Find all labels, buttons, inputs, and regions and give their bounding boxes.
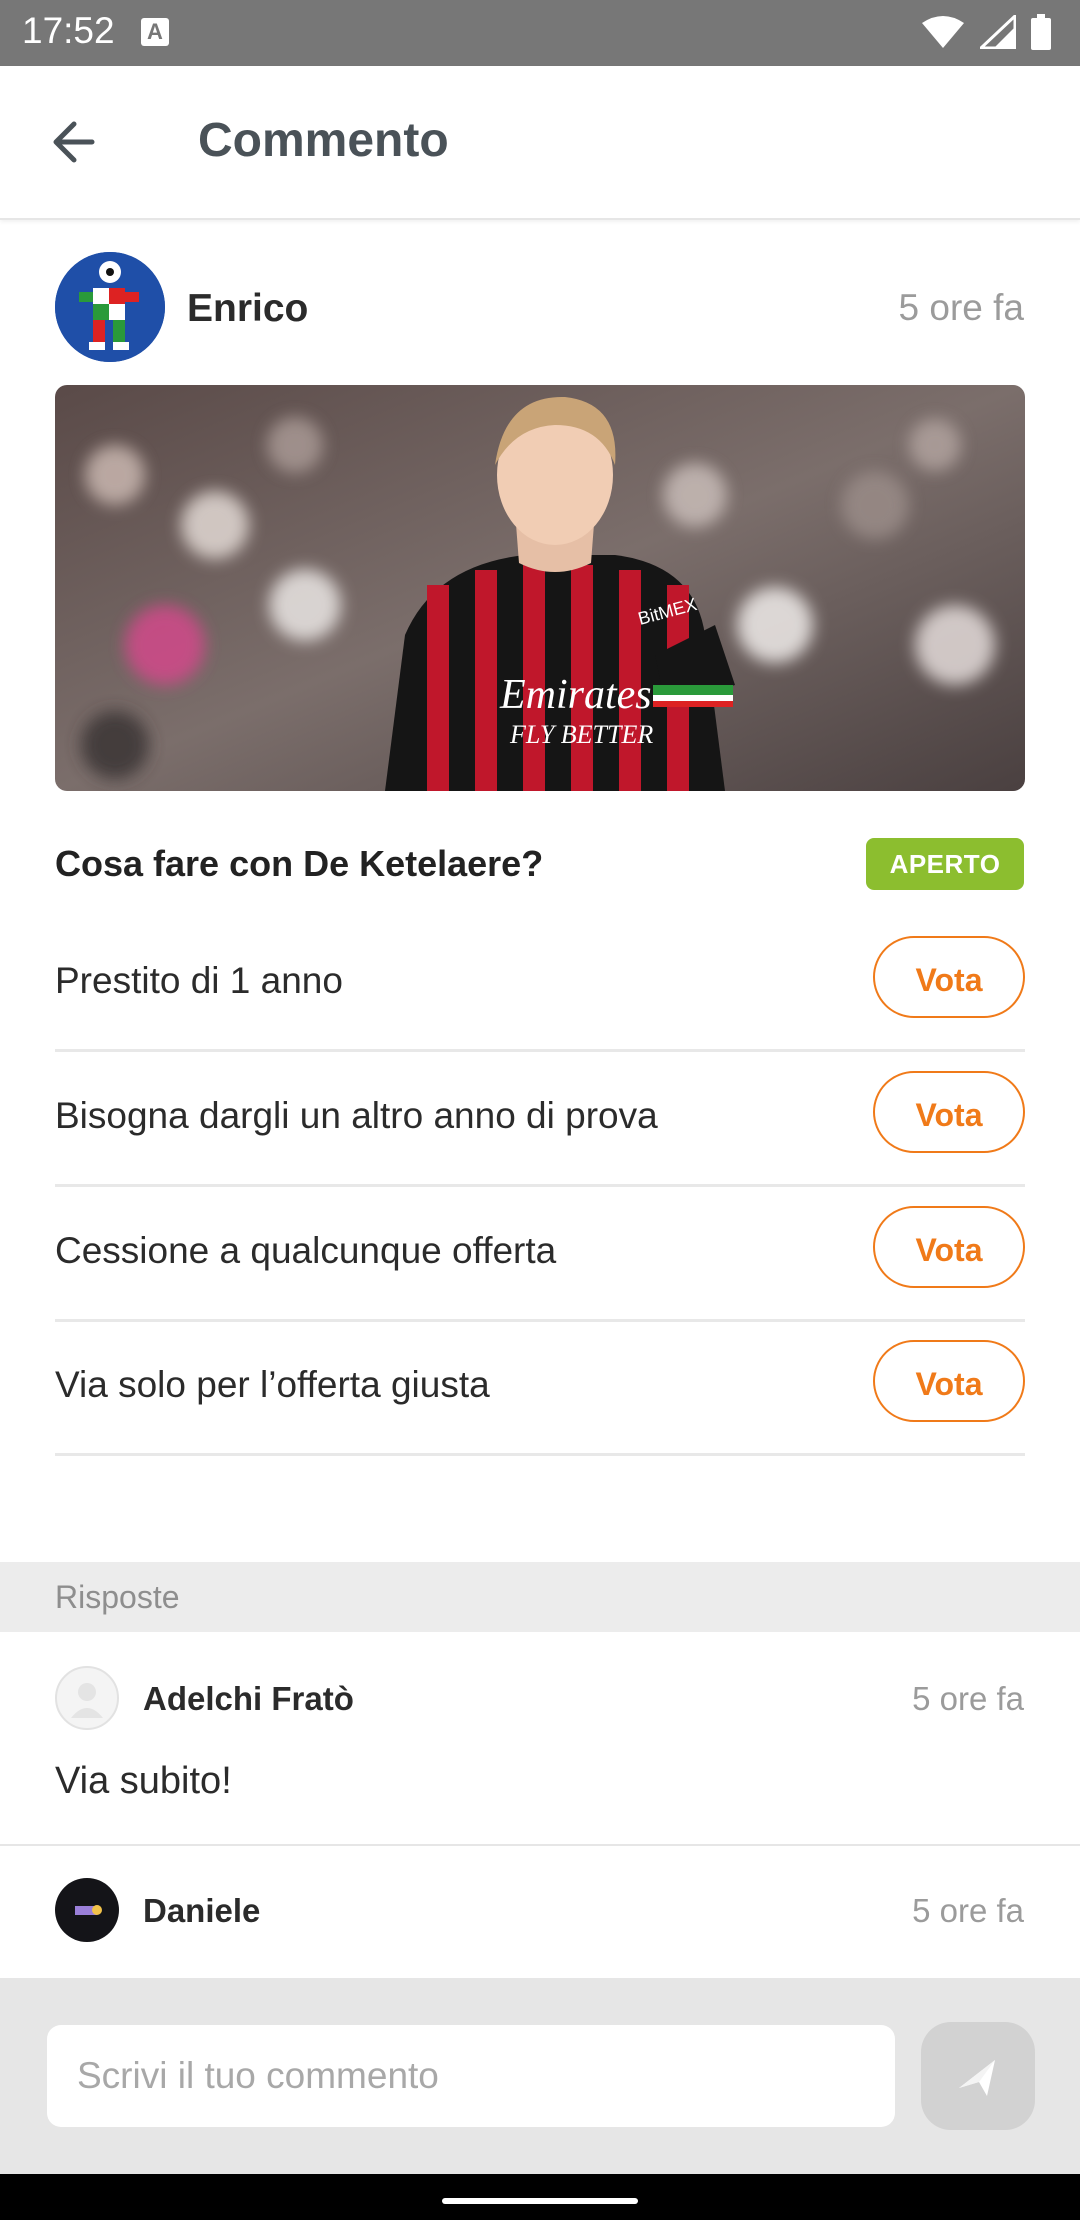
poll-question: Cosa fare con De Ketelaere? [55,843,544,884]
vote-button[interactable]: Vota [873,1340,1025,1422]
poll-option: Prestito di 1 anno Vota [55,915,1025,1052]
image-sponsor-text: Emirates [499,672,652,718]
vote-button[interactable]: Vota [873,936,1025,1018]
comment-author[interactable]: Daniele [143,1892,260,1930]
arrow-left-icon [53,121,95,163]
notification-a-icon: A [141,18,169,46]
comment-text: Via subito! [55,1760,232,1802]
app-bar: Commento [0,66,1080,220]
send-icon [959,2060,995,2096]
comment-input[interactable] [47,2025,895,2127]
comment-timestamp: 5 ore fa [912,1892,1024,1929]
vote-button[interactable]: Vota [873,1071,1025,1153]
home-gesture-handle[interactable] [442,2198,638,2204]
poll-option: Bisogna dargli un altro anno di prova Vo… [55,1050,1025,1187]
author-avatar[interactable] [55,252,165,362]
image-sponsor-subtext: FLY BETTER [509,720,653,749]
poll-status-badge: APERTO [866,838,1024,890]
vote-button[interactable]: Vota [873,1206,1025,1288]
comment-timestamp: 5 ore fa [912,1680,1024,1717]
poll-option: Cessione a qualcunque offerta Vota [55,1185,1025,1322]
poll-option-label: Prestito di 1 anno [55,960,343,1001]
comment-author[interactable]: Adelchi Fratò [143,1680,354,1718]
comment-item: Adelchi Fratò 5 ore fa Via subito! [0,1632,1080,1846]
wifi-icon [921,15,965,54]
back-button[interactable] [42,112,112,172]
status-time: 17:52 [22,10,115,51]
comment-composer [0,1978,1080,2174]
poll-option-label: Via solo per l’offerta giusta [55,1364,490,1405]
user-avatar-placeholder-icon[interactable] [55,1666,119,1730]
post-author-name[interactable]: Enrico [187,287,308,331]
answers-header: Risposte [0,1562,1080,1632]
mascot-avatar-image [55,252,165,362]
poll-option-label: Bisogna dargli un altro anno di prova [55,1095,658,1136]
status-bar: 17:52 A [0,0,1080,66]
page-title: Commento [198,114,449,167]
user-avatar[interactable] [55,1878,119,1942]
poll-option-label: Cessione a qualcunque offerta [55,1230,557,1271]
send-button[interactable] [921,2022,1035,2130]
signal-icon [976,12,1017,54]
comment-item: Daniele 5 ore fa [0,1846,1080,1978]
system-navigation-bar [0,2174,1080,2220]
poll-option: Via solo per l’offerta giusta Vota [55,1319,1025,1456]
battery-icon [1030,14,1052,55]
post-timestamp: 5 ore fa [898,287,1024,328]
answers-header-label: Risposte [55,1579,180,1615]
post-image[interactable]: Emirates FLY BETTER BitMEX [55,385,1025,791]
